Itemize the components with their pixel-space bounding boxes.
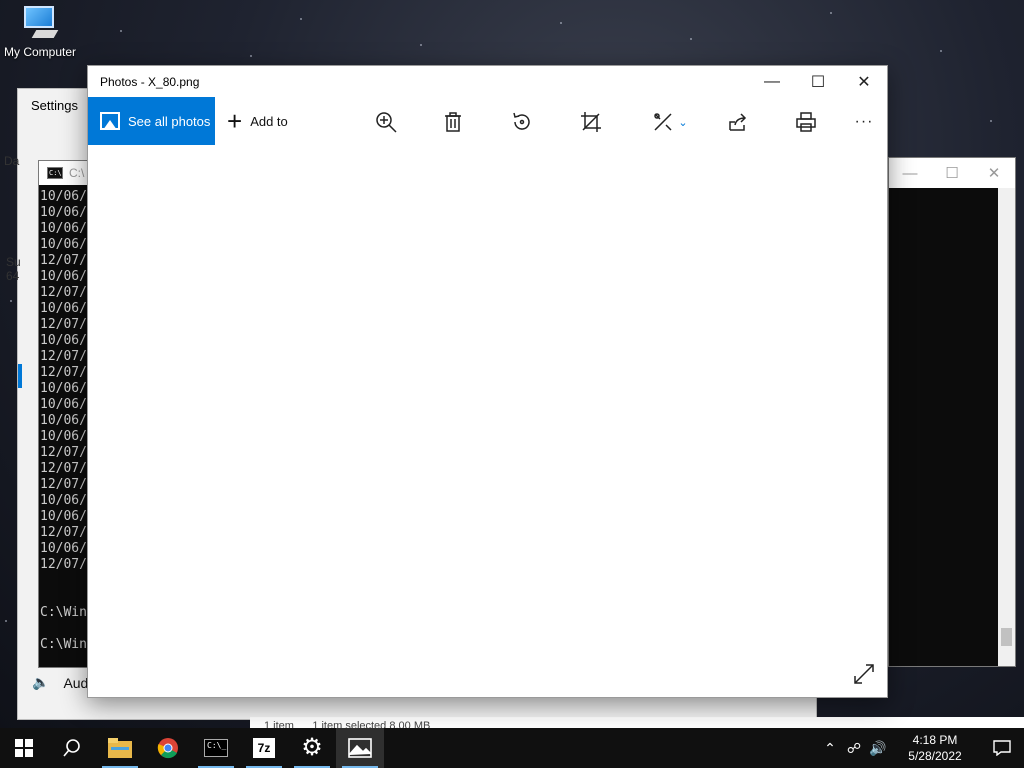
maximize-icon[interactable]: ☐ (931, 164, 973, 182)
cmd-icon: C:\ (47, 167, 63, 179)
system-tray: ⌃ ☍ 🔊 4:18 PM 5/28/2022 (818, 728, 1024, 768)
scrollbar-thumb[interactable] (1001, 628, 1012, 646)
cmd-button[interactable]: C:\_ (192, 728, 240, 768)
console-left-title: C:\ (69, 166, 85, 180)
notifications-button[interactable] (980, 740, 1024, 756)
rotate-button[interactable] (509, 109, 535, 135)
chrome-button[interactable] (144, 728, 192, 768)
clock[interactable]: 4:18 PM 5/28/2022 (890, 732, 980, 764)
taskbar: C:\_ 7z ⚙ ⌃ ☍ 🔊 4:18 PM 5/28/2022 (0, 728, 1024, 768)
photos-toolbar: See all photos + Add to ⌄ ··· (88, 97, 887, 145)
photos-title: Photos - X_80.png (100, 74, 200, 89)
settings-fragment-3: 64 (6, 269, 20, 283)
minimize-icon[interactable]: — (889, 165, 931, 182)
file-explorer-icon (108, 738, 132, 758)
console-right-scrollbar[interactable] (998, 188, 1015, 666)
add-to-label: Add to (250, 113, 288, 129)
close-icon[interactable]: ✕ (973, 164, 1015, 182)
edit-icon (654, 113, 672, 131)
settings-fragment-1: Da (4, 154, 20, 168)
search-icon (63, 739, 80, 757)
zoom-icon (376, 112, 397, 133)
my-computer-label: My Computer (3, 45, 77, 59)
speaker-icon: 🔈 (32, 674, 50, 690)
edit-create-button[interactable]: ⌄ (648, 109, 692, 135)
photos-taskbar-button[interactable] (336, 728, 384, 768)
more-button[interactable]: ··· (851, 109, 877, 135)
network-icon[interactable]: ☍ (842, 740, 866, 757)
cmd-icon: C:\_ (204, 739, 228, 757)
close-button[interactable]: ✕ (841, 66, 887, 97)
chevron-up-icon[interactable]: ⌃ (818, 740, 842, 757)
settings-audio-label: Aud (63, 674, 89, 691)
7zip-button[interactable]: 7z (240, 728, 288, 768)
start-button[interactable] (0, 728, 48, 768)
computer-icon (20, 4, 60, 42)
settings-title: Settings (31, 98, 78, 113)
crop-icon (581, 112, 601, 132)
minimize-icon: — (764, 72, 780, 90)
delete-icon (445, 112, 461, 132)
see-all-photos-button[interactable]: See all photos (88, 97, 215, 145)
chrome-icon (157, 738, 178, 759)
notification-icon (993, 740, 1011, 756)
file-explorer-button[interactable] (96, 728, 144, 768)
explorer-item-count: 1 item (264, 720, 294, 728)
desktop: My Computer Settings Da Su 64 🔈 Aud 1 it… (0, 0, 1024, 728)
explorer-status-bar: 1 item 1 item selected 8.00 MB (250, 717, 1024, 728)
plus-icon: + (227, 106, 243, 136)
crop-button[interactable] (578, 109, 604, 135)
7zip-icon: 7z (253, 738, 275, 758)
add-to-button[interactable]: + Add to (227, 106, 288, 136)
share-icon (729, 113, 747, 131)
see-all-photos-label: See all photos (128, 113, 211, 129)
console-window-right[interactable]: — ☐ ✕ (888, 157, 1016, 667)
settings-fragment-2: Su (6, 255, 21, 269)
print-button[interactable] (793, 109, 819, 135)
full-screen-icon[interactable] (853, 663, 875, 685)
photos-titlebar: Photos - X_80.png — ☐ ✕ (88, 66, 887, 97)
start-icon (15, 739, 33, 757)
search-button[interactable] (48, 728, 96, 768)
volume-icon[interactable]: 🔊 (866, 740, 890, 757)
share-button[interactable] (725, 109, 751, 135)
photos-icon (348, 738, 372, 758)
settings-audio-item[interactable]: 🔈 Aud (32, 674, 88, 691)
photos-window[interactable]: Photos - X_80.png — ☐ ✕ See all photos +… (87, 65, 888, 698)
clock-time: 4:18 PM (912, 733, 958, 747)
clock-date: 5/28/2022 (908, 749, 962, 763)
close-icon: ✕ (857, 73, 871, 91)
settings-taskbar-button[interactable]: ⚙ (288, 728, 336, 768)
maximize-icon: ☐ (810, 73, 826, 91)
explorer-selection: 1 item selected 8.00 MB (312, 720, 431, 728)
delete-button[interactable] (440, 109, 466, 135)
console-right-titlebar: — ☐ ✕ (889, 158, 1015, 188)
rotate-icon (513, 112, 530, 130)
settings-selected-indicator (18, 364, 22, 388)
my-computer-desktop-icon[interactable]: My Computer (0, 4, 80, 59)
minimize-button[interactable]: — (749, 66, 795, 97)
image-canvas[interactable] (88, 145, 887, 697)
zoom-button[interactable] (373, 109, 399, 135)
chevron-down-icon: ⌄ (678, 116, 688, 129)
more-icon: ··· (854, 113, 874, 130)
print-icon (796, 112, 816, 132)
settings-icon: ⚙ (301, 734, 323, 761)
image-icon (100, 112, 120, 130)
maximize-button[interactable]: ☐ (795, 66, 841, 97)
